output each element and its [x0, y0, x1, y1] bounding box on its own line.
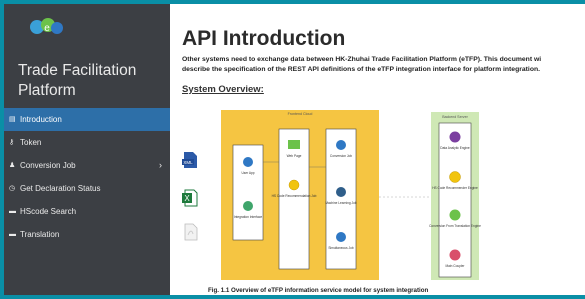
platform-name: Trade Facilitation Platform — [18, 62, 137, 99]
hs-code-engine-icon — [449, 171, 461, 183]
simultaneous-job-icon — [336, 232, 346, 242]
frontend-cloud-title: Frontend Cloud — [288, 112, 313, 116]
section-heading: System Overview: — [182, 84, 264, 95]
figure-caption: Fig. 1.1 Overview of eTFP information se… — [208, 287, 429, 294]
page-description: Other systems need to exchange data betw… — [182, 55, 585, 74]
document-icon: ▤ — [9, 116, 16, 123]
description-line: describe the specification of the REST A… — [182, 65, 541, 73]
sidebar-item-label: Conversion Job — [20, 161, 76, 170]
book-icon: ▬ — [9, 208, 16, 215]
node-label: HS Code Recommendation Job — [272, 194, 317, 198]
sidebar-item-translation[interactable]: ▬ Translation — [4, 223, 170, 246]
etfp-logo-icon: e — [30, 18, 63, 34]
svg-text:e: e — [44, 23, 50, 34]
backend-server-title: Backend Server — [442, 115, 468, 119]
sidebar: e Trade Facilitation Platform ▤ Introduc… — [4, 4, 170, 295]
node-label: Conversion Job — [330, 154, 352, 158]
integration-interface-icon — [243, 201, 253, 211]
main-content: API Introduction Other systems need to e… — [170, 4, 585, 295]
users-icon: ♟ — [9, 162, 16, 169]
node-label: Conversion From Translation Engine — [429, 224, 481, 228]
sidebar-item-get-declaration-status[interactable]: ◷ Get Declaration Status — [4, 177, 170, 200]
node-label: HS Code Recommender Engine — [432, 186, 478, 190]
excel-file-icon: X — [182, 189, 198, 207]
description-line: Other systems need to exchange data betw… — [182, 56, 542, 63]
sidebar-nav: ▤ Introduction ⚷ Token ♟ Conversion Job … — [4, 108, 170, 246]
key-icon: ⚷ — [9, 139, 15, 146]
svg-text:X: X — [184, 194, 190, 203]
conversion-job-icon — [336, 140, 346, 150]
xml-file-icon: XML — [182, 152, 197, 168]
node-label: Main Coupler — [446, 264, 466, 268]
web-page-icon — [288, 140, 300, 149]
hs-code-job-icon — [288, 179, 300, 191]
node-label: User App — [241, 171, 254, 175]
main-coupler-icon — [449, 249, 461, 261]
translation-engine-icon — [449, 209, 461, 221]
svg-text:XML: XML — [183, 160, 193, 165]
clock-icon: ◷ — [9, 185, 16, 192]
page-title: API Introduction — [182, 27, 346, 50]
book-icon: ▬ — [9, 231, 16, 238]
user-app-icon — [243, 157, 253, 167]
node-label: Web Page — [287, 154, 302, 158]
sidebar-item-label: Translation — [20, 230, 60, 239]
column-box — [278, 128, 310, 270]
node-label: Integration Interface — [234, 215, 263, 219]
sidebar-item-label: HScode Search — [20, 207, 77, 216]
node-label: Simultaneous Job — [328, 246, 354, 250]
node-label: Data Analytic Engine — [440, 146, 470, 150]
sidebar-item-token[interactable]: ⚷ Token — [4, 131, 170, 154]
sidebar-item-hscode-search[interactable]: ▬ HScode Search — [4, 200, 170, 223]
sidebar-item-conversion-job[interactable]: ♟ Conversion Job › — [4, 154, 170, 177]
node-label: Machine Learning Job — [325, 201, 357, 205]
chevron-right-icon: › — [159, 160, 162, 170]
system-overview-diagram: Frontend Cloud User App Integration Inte… — [221, 110, 481, 280]
sidebar-item-label: Token — [20, 138, 42, 147]
sidebar-item-introduction[interactable]: ▤ Introduction — [4, 108, 170, 131]
data-analytic-engine-icon — [449, 131, 461, 143]
pdf-file-icon — [184, 223, 198, 241]
machine-learning-job-icon — [336, 187, 346, 197]
sidebar-item-label: Introduction — [20, 115, 62, 124]
sidebar-item-label: Get Declaration Status — [20, 184, 101, 193]
